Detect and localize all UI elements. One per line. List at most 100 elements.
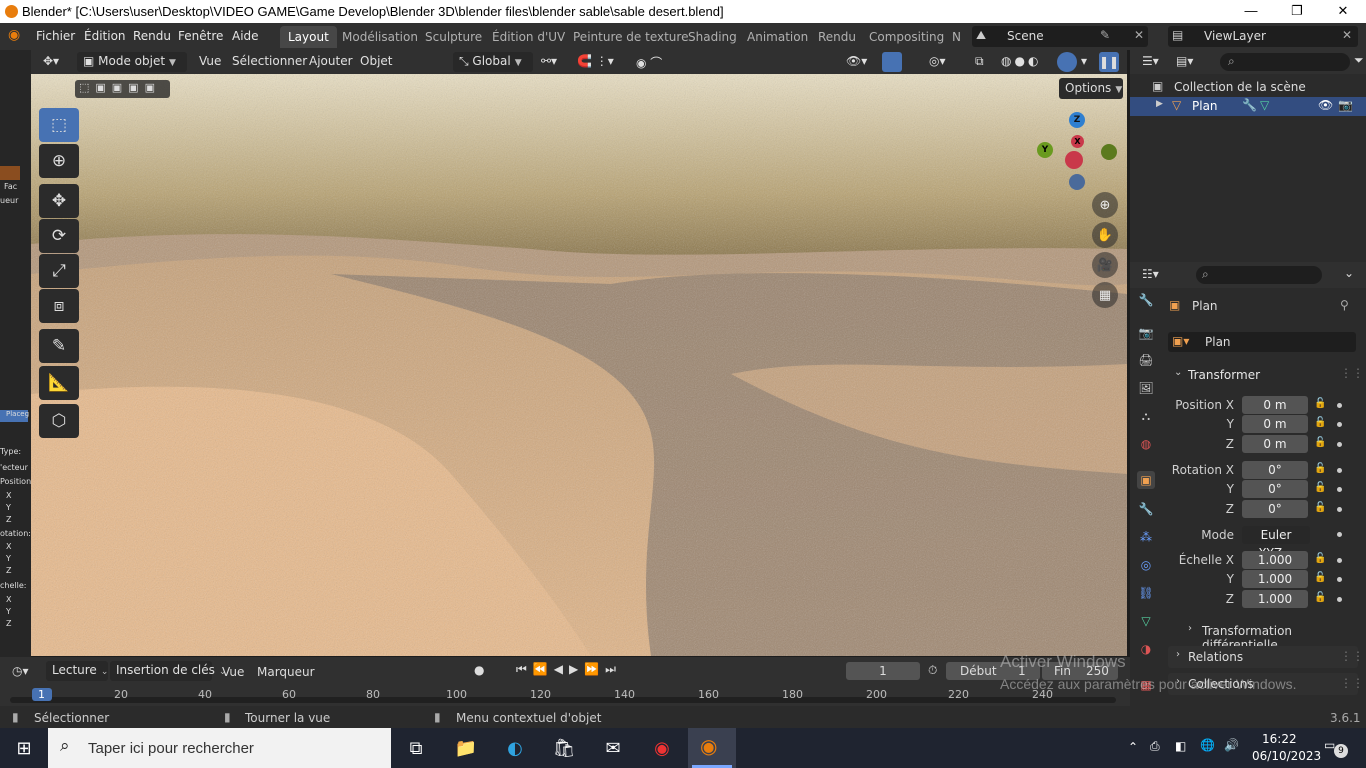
- scale-z-field[interactable]: 1.000: [1242, 590, 1308, 608]
- tab-animation[interactable]: Animation: [739, 26, 816, 48]
- keyframe-dot-icon[interactable]: [1337, 468, 1342, 473]
- lock-icon[interactable]: 🔓: [1314, 553, 1326, 565]
- task-view-icon[interactable]: ⧉: [402, 734, 430, 762]
- file-explorer-icon[interactable]: 📁: [452, 734, 480, 762]
- cursor-tool[interactable]: ⊕: [39, 144, 79, 178]
- taskbar-search-input[interactable]: ⌕ Taper ici pour rechercher: [48, 728, 391, 768]
- selection-mode-icon[interactable]: ⬚▣▣▣▣: [79, 81, 161, 94]
- particles-tab-icon[interactable]: ⁂: [1137, 528, 1155, 546]
- keyframe-dot-icon[interactable]: [1337, 422, 1342, 427]
- visibility-icon[interactable]: 👁▾: [846, 54, 867, 68]
- keyframe-dot-icon[interactable]: [1337, 403, 1342, 408]
- rendered-shading-button[interactable]: [1057, 52, 1077, 72]
- tab-rendu[interactable]: Rendu: [810, 26, 864, 48]
- globe-tray-icon[interactable]: 🌐: [1200, 738, 1215, 752]
- position-y-field[interactable]: 0 m: [1242, 415, 1308, 433]
- chrome-icon[interactable]: ◉: [648, 734, 676, 762]
- record-icon[interactable]: ●: [474, 663, 484, 677]
- rotation-z-field[interactable]: 0°: [1242, 500, 1308, 518]
- expand-icon[interactable]: ▶: [1156, 99, 1163, 109]
- object-name-field[interactable]: ▣▾ Plan: [1168, 332, 1356, 352]
- outliner-editor-icon[interactable]: ☰▾: [1142, 54, 1159, 68]
- add-cube-tool[interactable]: ⬡: [39, 404, 79, 438]
- restore-button[interactable]: ❐: [1274, 0, 1320, 23]
- minimize-button[interactable]: —: [1228, 0, 1274, 23]
- position-z-field[interactable]: 0 m: [1242, 435, 1308, 453]
- tab-modelisation[interactable]: Modélisation: [334, 26, 426, 48]
- gizmo-neg-z[interactable]: [1069, 174, 1085, 190]
- outliner-row-plan[interactable]: ▶ ▽ Plan 🔧 ▽ 👁 📷: [1130, 97, 1366, 116]
- gizmo-y-axis[interactable]: Y: [1037, 142, 1053, 158]
- rotate-tool[interactable]: ⟳: [39, 219, 79, 253]
- transform-orientation-dropdown[interactable]: ⤡ Global ▼: [453, 52, 533, 72]
- zoom-icon[interactable]: ⊕: [1092, 192, 1118, 218]
- volume-tray-icon[interactable]: 🔊: [1224, 738, 1239, 752]
- menu-fichier[interactable]: Fichier: [36, 29, 75, 43]
- tab-sculpture[interactable]: Sculpture: [417, 26, 490, 48]
- keyframe-dot-icon[interactable]: [1337, 577, 1342, 582]
- pause-render-button[interactable]: ❚❚: [1099, 52, 1119, 72]
- marker-menu[interactable]: Marqueur: [257, 665, 315, 679]
- timeline-view-menu[interactable]: Vue: [222, 665, 244, 679]
- pin-icon[interactable]: ⚲: [1340, 298, 1349, 312]
- camera-icon[interactable]: 🎥: [1092, 252, 1118, 278]
- drag-handle-icon[interactable]: ⋮⋮: [1340, 366, 1364, 380]
- gizmo-z-axis[interactable]: Z: [1069, 112, 1085, 128]
- network-tray-icon[interactable]: ⎙: [1150, 739, 1160, 754]
- pin-icon[interactable]: ✎: [1100, 28, 1110, 42]
- shading-modes-icon[interactable]: ◍●◐: [1001, 54, 1041, 68]
- viewlayer-close-icon[interactable]: ✕: [1342, 28, 1352, 42]
- timeline-editor-icon[interactable]: ◷▾: [12, 664, 29, 678]
- notification-center-icon[interactable]: ▭ 9: [1324, 738, 1348, 758]
- selection-mode-buttons[interactable]: ⬚▣▣▣▣: [75, 80, 170, 98]
- lock-icon[interactable]: 🔓: [1314, 592, 1326, 604]
- keyframe-dot-icon[interactable]: [1337, 487, 1342, 492]
- keyframe-dot-icon[interactable]: [1337, 597, 1342, 602]
- tab-shading[interactable]: Shading: [680, 26, 745, 48]
- lock-icon[interactable]: 🔓: [1314, 417, 1326, 429]
- xray-icon[interactable]: ⧉: [975, 54, 984, 69]
- viewlayer-selector[interactable]: ▤ ViewLayer ✕: [1168, 26, 1358, 47]
- clock-date[interactable]: 06/10/2023: [1252, 749, 1321, 763]
- mode-dropdown[interactable]: ▣ Mode objet ▼: [77, 52, 187, 72]
- constraints-tab-icon[interactable]: ⛓: [1137, 584, 1155, 602]
- outliner-search-input[interactable]: ⌕: [1220, 53, 1350, 71]
- blender-taskbar-button[interactable]: ◉: [688, 728, 736, 768]
- windows-start-icon[interactable]: ⊞: [10, 734, 38, 762]
- current-frame-field[interactable]: 1: [846, 662, 920, 680]
- lock-icon[interactable]: 🔓: [1314, 398, 1326, 410]
- transform-tool[interactable]: ⧈: [39, 289, 79, 323]
- pan-hand-icon[interactable]: ✋: [1092, 222, 1118, 248]
- scale-tool[interactable]: ⤢: [39, 254, 79, 288]
- view-layer-tab-icon[interactable]: 🖼: [1137, 379, 1155, 397]
- grid-perspective-icon[interactable]: ▦: [1092, 282, 1118, 308]
- edge-icon[interactable]: ◐: [501, 734, 529, 762]
- scene-tab-icon[interactable]: ⛬: [1137, 407, 1155, 425]
- editor-type-icon[interactable]: ✥▾: [43, 54, 59, 68]
- lock-icon[interactable]: 🔓: [1314, 437, 1326, 449]
- stopwatch-icon[interactable]: ⏱: [928, 663, 937, 678]
- shading-options-icon[interactable]: ▾: [1081, 54, 1087, 68]
- pivot-icon[interactable]: ⚯▾: [541, 54, 557, 68]
- gizmo-neg-x[interactable]: [1065, 151, 1083, 169]
- keying-menu[interactable]: Insertion de clés ⌄: [110, 661, 226, 681]
- properties-editor-icon[interactable]: ☷▾: [1142, 267, 1159, 281]
- menu-aide[interactable]: Aide: [232, 29, 259, 43]
- world-tab-icon[interactable]: ◍: [1137, 435, 1155, 453]
- properties-options-icon[interactable]: ⌄: [1344, 266, 1354, 280]
- annotate-tool[interactable]: ✎: [39, 329, 79, 363]
- drag-handle-icon[interactable]: ⋮⋮: [1340, 676, 1364, 690]
- modifier-tab-icon[interactable]: 🔧: [1137, 500, 1155, 518]
- move-tool[interactable]: ✥: [39, 184, 79, 218]
- delta-transform-subpanel[interactable]: › Transformation différentielle: [1180, 622, 1360, 652]
- snap-icon[interactable]: 🧲 ⋮▾: [577, 54, 614, 68]
- menu-selectionner[interactable]: Sélectionner: [232, 54, 307, 68]
- menu-fenetre[interactable]: Fenêtre: [178, 29, 223, 43]
- blender-menu-icon[interactable]: ◉: [8, 27, 20, 43]
- output-tab-icon[interactable]: 🖨: [1137, 351, 1155, 369]
- menu-ajouter[interactable]: Ajouter: [309, 54, 353, 68]
- rotation-y-field[interactable]: 0°: [1242, 480, 1308, 498]
- gizmo-toggle-button[interactable]: [882, 52, 902, 72]
- store-icon[interactable]: 🛍: [550, 734, 578, 762]
- menu-vue[interactable]: Vue: [199, 54, 221, 68]
